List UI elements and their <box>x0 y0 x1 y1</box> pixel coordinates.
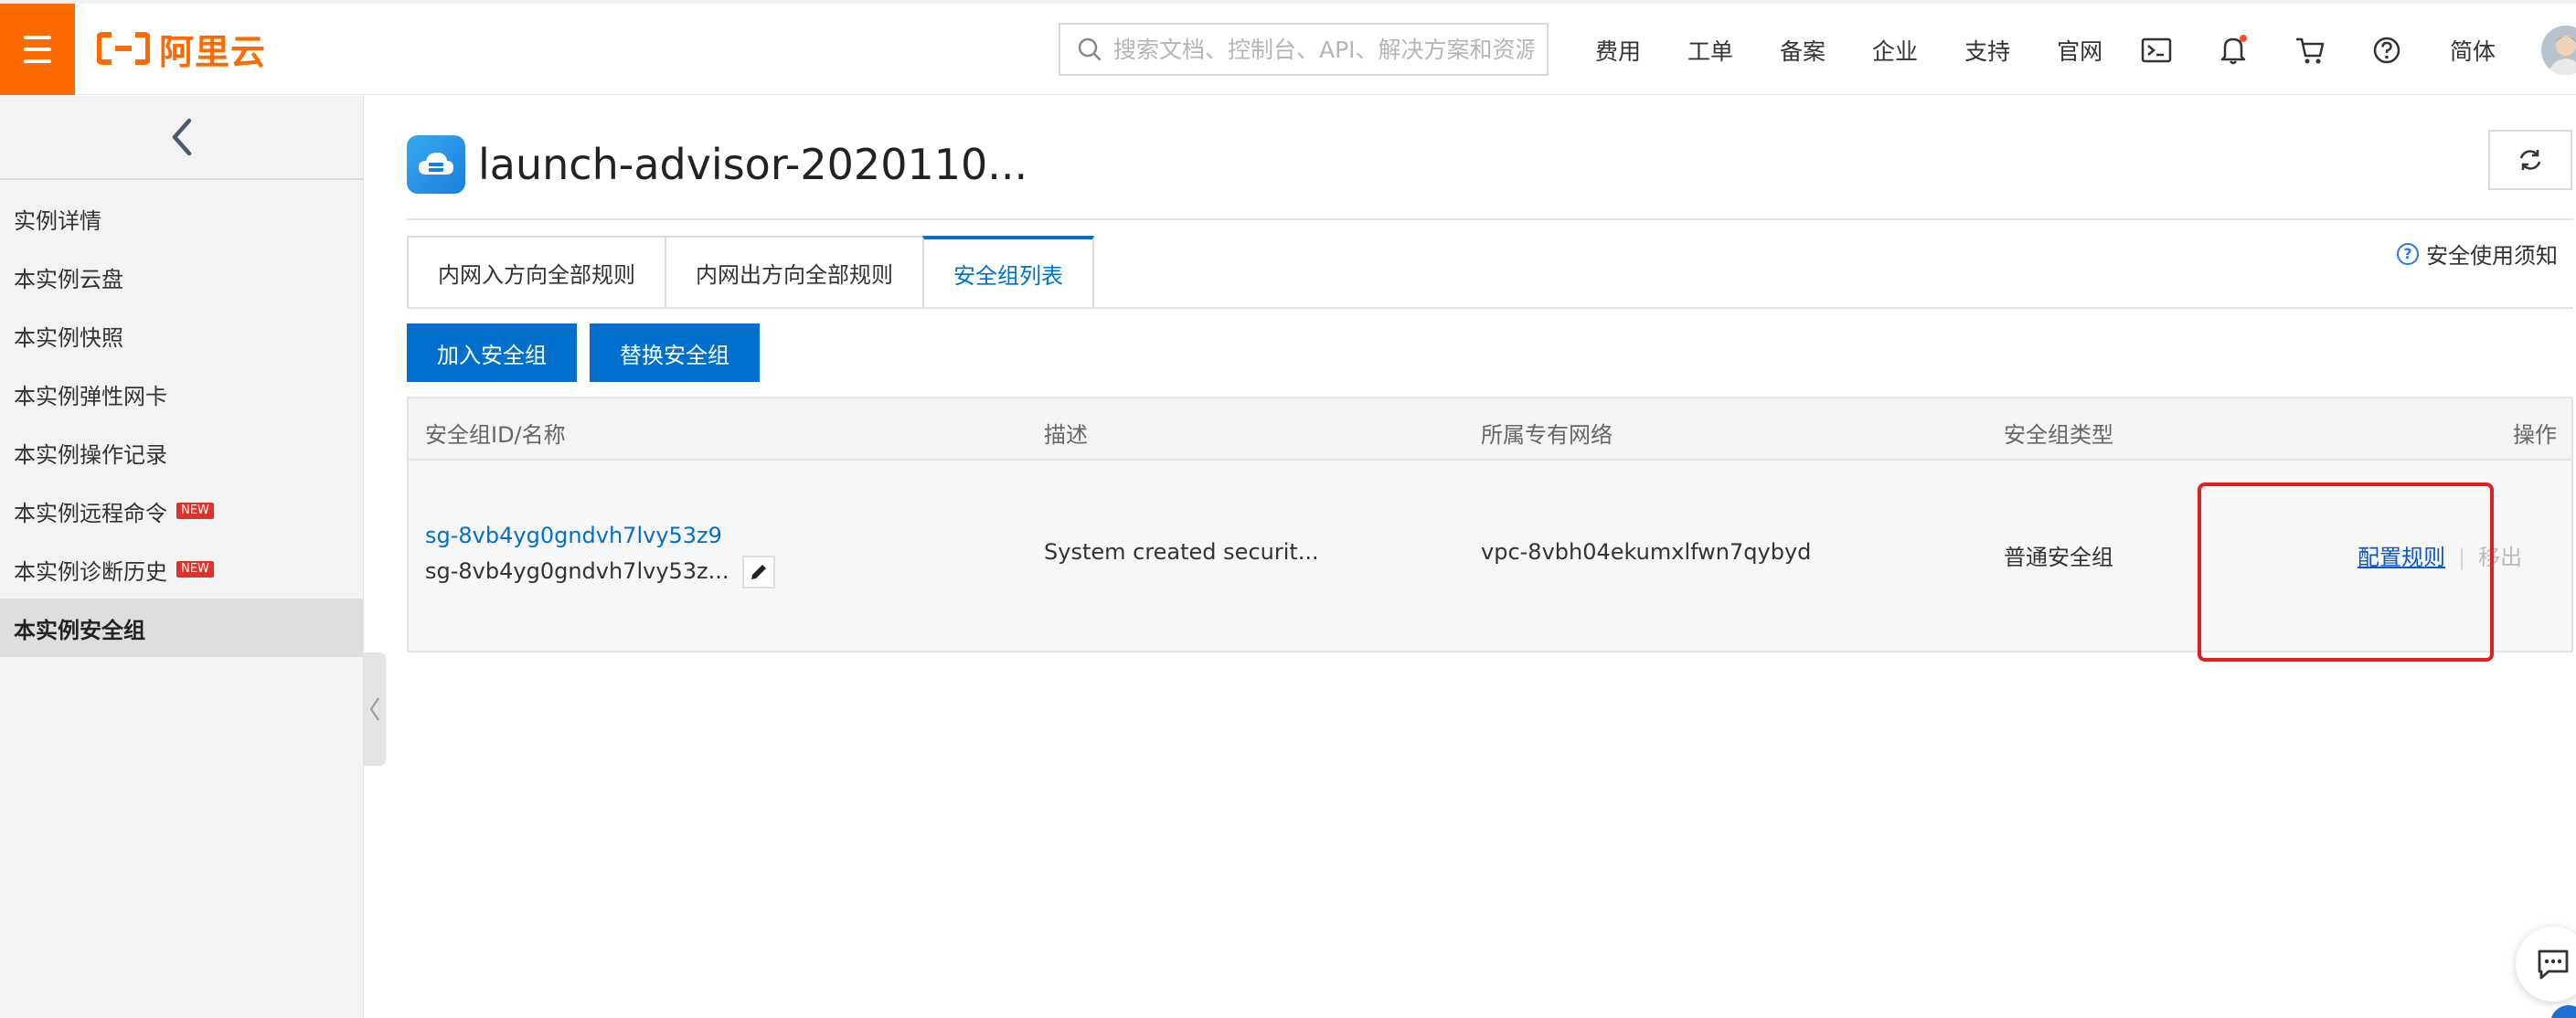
assistant-button[interactable] <box>2550 1005 2576 1018</box>
page-title: launch-advisor-2020110... <box>478 140 1028 189</box>
edit-name-button[interactable] <box>741 556 775 589</box>
vpc-cell: vpc-8vbh04ekumxlfwn7qybyd <box>1481 539 1812 565</box>
nav-official-site[interactable]: 官网 <box>2057 34 2102 67</box>
divider <box>407 218 2573 220</box>
sidebar-menu: 实例详情 本实例云盘 本实例快照 本实例弹性网卡 本实例操作记录 本实例远程命令… <box>0 180 363 657</box>
nav-enterprise[interactable]: 企业 <box>1872 34 1918 67</box>
security-group-name: sg-8vb4yg0gndvh7lvy53z... <box>425 558 729 584</box>
sidebar-item-label: 本实例云盘 <box>14 266 123 292</box>
column-header-actions: 操作 <box>2513 422 2557 448</box>
top-bar: 阿里云 费用 工单 备案 企业 支持 官网 <box>0 0 2576 95</box>
tab-bar: 内网入方向全部规则 内网出方向全部规则 安全组列表 <box>407 236 1094 309</box>
search-input[interactable] <box>1113 36 1534 63</box>
top-icon-group <box>2139 27 2446 73</box>
cloud-server-icon <box>407 135 465 194</box>
tab-inbound-rules[interactable]: 内网入方向全部规则 <box>407 236 665 309</box>
sidebar: 实例详情 本实例云盘 本实例快照 本实例弹性网卡 本实例操作记录 本实例远程命令… <box>0 96 364 1018</box>
security-group-name-cell: sg-8vb4yg0gndvh7lvy53z... <box>425 556 775 589</box>
back-button[interactable] <box>0 96 363 180</box>
global-search-box[interactable] <box>1059 23 1549 76</box>
sidebar-item-snapshots[interactable]: 本实例快照 <box>0 306 363 365</box>
tab-outbound-rules[interactable]: 内网出方向全部规则 <box>665 236 922 309</box>
menu-line <box>24 59 51 63</box>
chevron-left-icon <box>172 118 191 156</box>
join-security-group-button[interactable]: 加入安全组 <box>407 323 577 382</box>
chat-icon <box>2538 949 2569 980</box>
security-notice-link[interactable]: ? 安全使用须知 <box>2397 238 2558 270</box>
sidebar-item-disks[interactable]: 本实例云盘 <box>0 248 363 306</box>
column-header-type: 安全组类型 <box>2004 422 2113 448</box>
sidebar-item-eni[interactable]: 本实例弹性网卡 <box>0 365 363 423</box>
refresh-button[interactable] <box>2488 130 2572 190</box>
security-notice-label: 安全使用须知 <box>2426 243 2558 269</box>
search-icon <box>1078 37 1102 61</box>
pencil-icon <box>750 565 766 579</box>
cart-icon[interactable] <box>2293 33 2327 68</box>
bell-icon[interactable] <box>2216 33 2251 68</box>
sidebar-item-label: 实例详情 <box>14 207 101 234</box>
security-group-id-link[interactable]: sg-8vb4yg0gndvh7lvy53z9 <box>425 523 722 548</box>
question-circle-icon: ? <box>2397 242 2419 265</box>
top-nav: 费用 工单 备案 企业 支持 官网 <box>1595 27 2149 73</box>
logo-mark-icon <box>97 32 150 65</box>
nav-fees[interactable]: 费用 <box>1595 34 1641 67</box>
column-header-vpc: 所属专有网络 <box>1481 422 1613 448</box>
sidebar-item-instance-detail[interactable]: 实例详情 <box>0 189 363 248</box>
highlight-annotation-box <box>2198 482 2494 662</box>
action-buttons: 加入安全组 替换安全组 <box>407 323 760 382</box>
table-header: 安全组ID/名称 描述 所属专有网络 安全组类型 操作 <box>409 398 2571 461</box>
chat-support-button[interactable] <box>2516 927 2576 1002</box>
aliyun-logo[interactable]: 阿里云 <box>97 27 266 72</box>
chevron-left-icon <box>369 697 379 721</box>
page-header: launch-advisor-2020110... <box>407 135 1027 194</box>
menu-line <box>24 36 51 39</box>
sidebar-item-diagnosis-history[interactable]: 本实例诊断历史 NEW <box>0 540 363 599</box>
column-header-id-name: 安全组ID/名称 <box>425 422 566 448</box>
column-header-description: 描述 <box>1044 422 1088 448</box>
sidebar-item-operation-log[interactable]: 本实例操作记录 <box>0 423 363 482</box>
sidebar-collapse-handle[interactable] <box>364 652 386 766</box>
sidebar-item-label: 本实例快照 <box>14 324 123 351</box>
sidebar-item-label: 本实例操作记录 <box>14 441 167 468</box>
hamburger-menu-button[interactable] <box>0 4 75 95</box>
sidebar-item-remote-command[interactable]: 本实例远程命令 NEW <box>0 482 363 540</box>
type-cell: 普通安全组 <box>2004 545 2113 570</box>
sidebar-item-label: 本实例诊断历史 <box>14 558 167 585</box>
user-avatar[interactable] <box>2541 26 2576 75</box>
nav-icp[interactable]: 备案 <box>1780 34 1826 67</box>
terminal-icon[interactable] <box>2139 33 2174 68</box>
sidebar-item-security-groups[interactable]: 本实例安全组 <box>0 599 363 657</box>
nav-tickets[interactable]: 工单 <box>1687 34 1733 67</box>
sidebar-item-label: 本实例远程命令 <box>14 500 167 526</box>
description-cell: System created securit... <box>1044 539 1319 565</box>
refresh-icon <box>2519 150 2541 170</box>
new-badge: NEW <box>176 561 214 578</box>
language-switch[interactable]: 简体 <box>2450 34 2496 67</box>
sidebar-item-label: 本实例弹性网卡 <box>14 383 167 409</box>
nav-support[interactable]: 支持 <box>1964 34 2010 67</box>
replace-security-group-button[interactable]: 替换安全组 <box>590 323 760 382</box>
help-icon[interactable] <box>2369 33 2404 68</box>
sidebar-item-label: 本实例安全组 <box>14 617 145 643</box>
divider <box>407 307 2573 309</box>
tab-security-group-list[interactable]: 安全组列表 <box>922 236 1094 309</box>
new-badge: NEW <box>176 503 214 519</box>
menu-line <box>24 48 51 51</box>
logo-text: 阿里云 <box>159 31 267 72</box>
